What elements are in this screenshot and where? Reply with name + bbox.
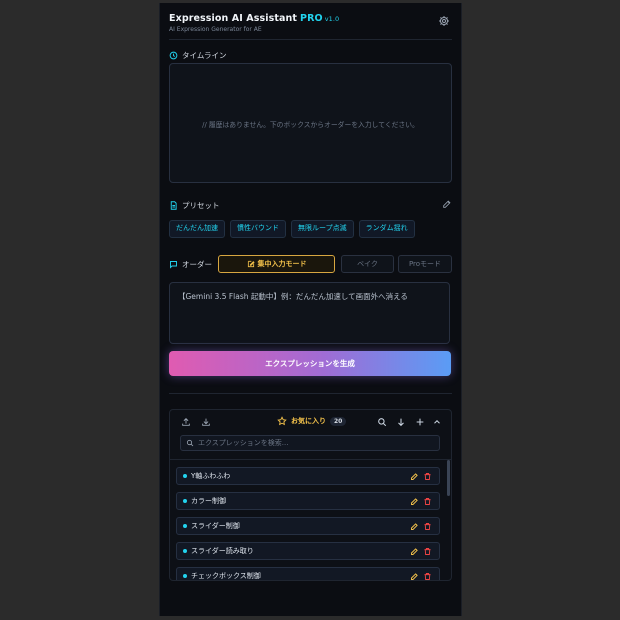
header: Expression AI Assistant PRO v1.0 AI Expres… — [169, 13, 452, 39]
app-title-text: Expression AI Assistant — [169, 13, 298, 24]
pro-mode-button[interactable]: Proモード — [398, 255, 452, 273]
pencil-icon[interactable] — [410, 547, 419, 556]
search-icon[interactable] — [377, 417, 387, 427]
document-icon — [170, 201, 177, 210]
trash-icon[interactable] — [423, 522, 432, 531]
favorites-list: Y軸ふわふわ カラー制御 スライダー制御 スライダー読み取り チェックボックス制… — [176, 467, 440, 581]
sort-down-icon[interactable] — [396, 417, 406, 427]
trash-icon[interactable] — [423, 572, 432, 581]
favorite-item-label: スライダー制御 — [191, 522, 240, 530]
favorite-item[interactable]: チェックボックス制御 — [176, 567, 440, 581]
favorites-title-text: お気に入り — [291, 417, 326, 425]
presets-label-text: プリセット — [182, 201, 220, 210]
order-row: オーダー 集中入力モード ベイク Proモード — [169, 255, 452, 273]
favorite-item[interactable]: Y軸ふわふわ — [176, 467, 440, 485]
order-input[interactable]: 【Gemini 3.5 Flash 起動中】例：だんだん加速して画面外へ消える — [169, 282, 450, 344]
presets-label: プリセット — [169, 200, 220, 211]
preset-list: だんだん加速 慣性バウンド 無限ループ点滅 ランダム揺れ — [169, 220, 415, 238]
bullet-dot — [183, 574, 187, 578]
favorites-count-badge: 20 — [330, 416, 347, 426]
trash-icon[interactable] — [423, 497, 432, 506]
pencil-icon[interactable] — [410, 522, 419, 531]
order-label: オーダー — [169, 259, 212, 270]
trash-icon[interactable] — [423, 472, 432, 481]
pencil-icon[interactable] — [410, 472, 419, 481]
header-divider — [169, 39, 452, 40]
version-label: v1.0 — [324, 15, 340, 23]
trash-icon[interactable] — [423, 547, 432, 556]
favorites-scrollbar[interactable] — [447, 460, 450, 496]
timeline-label-text: タイムライン — [182, 51, 227, 60]
assistant-panel: Expression AI Assistant PRO v1.0 AI Expres… — [159, 3, 462, 616]
favorites-panel: お気に入り 20 Y軸ふわふわ カラー制御 — [169, 409, 452, 581]
favorite-item-label: カラー制御 — [191, 497, 226, 505]
pencil-icon[interactable] — [442, 199, 452, 209]
star-icon — [277, 416, 287, 426]
favorites-search-input[interactable] — [198, 439, 428, 447]
favorite-item-label: Y軸ふわふわ — [191, 472, 231, 480]
preset-button[interactable]: だんだん加速 — [169, 220, 225, 238]
app-subtitle: AI Expression Generator for AE — [169, 26, 262, 33]
bullet-dot — [183, 474, 187, 478]
pencil-icon[interactable] — [410, 572, 419, 581]
bullet-dot — [183, 524, 187, 528]
timeline-label: タイムライン — [169, 50, 226, 61]
favorites-title: お気に入り 20 — [277, 416, 347, 426]
gear-icon[interactable] — [438, 15, 450, 27]
pro-badge: PRO — [300, 13, 323, 24]
order-label-text: オーダー — [182, 260, 212, 269]
search-icon — [186, 439, 194, 447]
plus-icon[interactable] — [415, 417, 425, 427]
preset-button[interactable]: 無限ループ点滅 — [291, 220, 354, 238]
bullet-dot — [183, 549, 187, 553]
preset-button[interactable]: 慣性バウンド — [230, 220, 286, 238]
edit-icon — [247, 260, 255, 268]
timeline-box: // 履歴はありません。下のボックスからオーダーを入力してください。 — [169, 63, 452, 183]
app-title: Expression AI Assistant PRO v1.0 — [169, 13, 339, 24]
favorites-search — [180, 435, 440, 451]
generate-expression-button[interactable]: エクスプレッションを生成 — [169, 351, 451, 376]
timeline-empty-message: // 履歴はありません。下のボックスからオーダーを入力してください。 — [202, 121, 419, 129]
favorites-toolbar: お気に入り 20 — [170, 410, 451, 434]
preset-button[interactable]: ランダム揺れ — [358, 220, 415, 238]
favorites-divider — [170, 459, 451, 460]
focus-mode-button[interactable]: 集中入力モード — [218, 255, 335, 273]
chevron-up-icon[interactable] — [432, 417, 442, 427]
clock-icon — [169, 51, 178, 60]
pencil-icon[interactable] — [410, 497, 419, 506]
focus-mode-label: 集中入力モード — [257, 260, 307, 268]
bake-button[interactable]: ベイク — [341, 255, 394, 273]
chat-icon — [170, 261, 177, 269]
favorite-item[interactable]: スライダー制御 — [176, 517, 440, 535]
favorite-item[interactable]: カラー制御 — [176, 492, 440, 510]
favorite-item[interactable]: スライダー読み取り — [176, 542, 440, 560]
favorite-item-label: チェックボックス制御 — [191, 572, 261, 580]
section-divider — [169, 393, 452, 394]
upload-icon[interactable] — [181, 417, 191, 427]
favorite-item-label: スライダー読み取り — [191, 547, 254, 555]
bullet-dot — [183, 499, 187, 503]
download-icon[interactable] — [201, 417, 211, 427]
